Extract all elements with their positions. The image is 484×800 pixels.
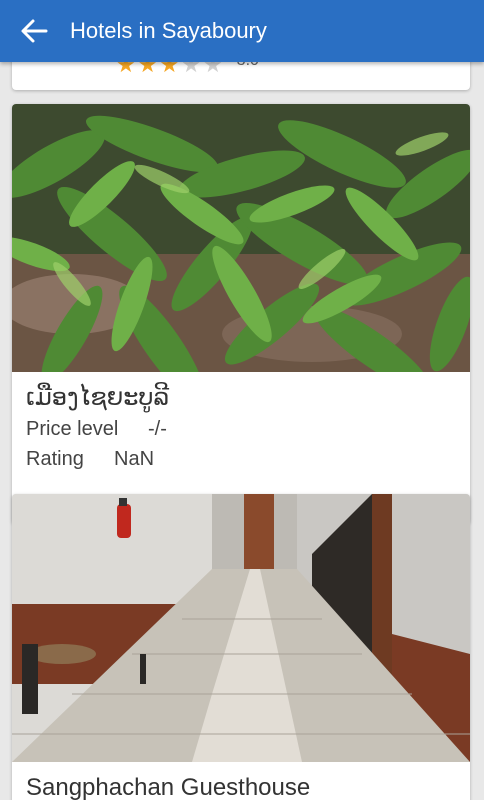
arrow-left-icon: [21, 19, 48, 43]
hotel-card[interactable]: ເມືອງໄຊຍະບູລີ Price level -/- Rating NaN: [12, 104, 470, 524]
hotel-card-body: Sangphachan Guesthouse: [12, 762, 470, 800]
hotel-photo: [12, 494, 470, 762]
hallway-photo: [12, 494, 470, 762]
star-filled-icon: ★: [137, 62, 158, 77]
star-filled-icon: ★: [116, 62, 136, 77]
star-filled-icon: ★: [159, 62, 180, 77]
star-empty-icon: ★: [181, 62, 201, 77]
hotel-list[interactable]: ★ ★ ★ ★ ★ 3.0: [0, 62, 484, 800]
price-value: -/-: [148, 418, 167, 440]
rating-row: ★ ★ ★ ★ ★ 3.0: [12, 62, 470, 90]
forest-plants-photo: [12, 104, 470, 372]
price-label: Price level: [26, 418, 119, 440]
star-empty-icon: ★: [202, 62, 223, 77]
hotel-card-partial[interactable]: ★ ★ ★ ★ ★ 3.0: [12, 62, 470, 90]
hotel-photo: [12, 104, 470, 372]
rating-label: Rating: [26, 448, 84, 470]
app-bar: Hotels in Sayaboury: [0, 0, 484, 62]
rating-row: Rating NaN: [26, 444, 456, 474]
hotel-name: Sangphachan Guesthouse: [26, 774, 311, 800]
back-button[interactable]: [6, 0, 62, 62]
price-row: Price level -/-: [26, 414, 456, 444]
rating-stars: ★ ★ ★ ★ ★: [116, 62, 223, 76]
rating-value: NaN: [114, 448, 155, 470]
page-title: Hotels in Sayaboury: [70, 18, 267, 43]
hotel-card-body: ເມືອງໄຊຍະບູລີ Price level -/- Rating NaN: [12, 372, 470, 474]
rating-value-partial: 3.0: [237, 62, 259, 70]
hotel-card[interactable]: Sangphachan Guesthouse: [12, 494, 470, 800]
hotel-name: ເມືອງໄຊຍະບູລີ: [26, 384, 170, 411]
